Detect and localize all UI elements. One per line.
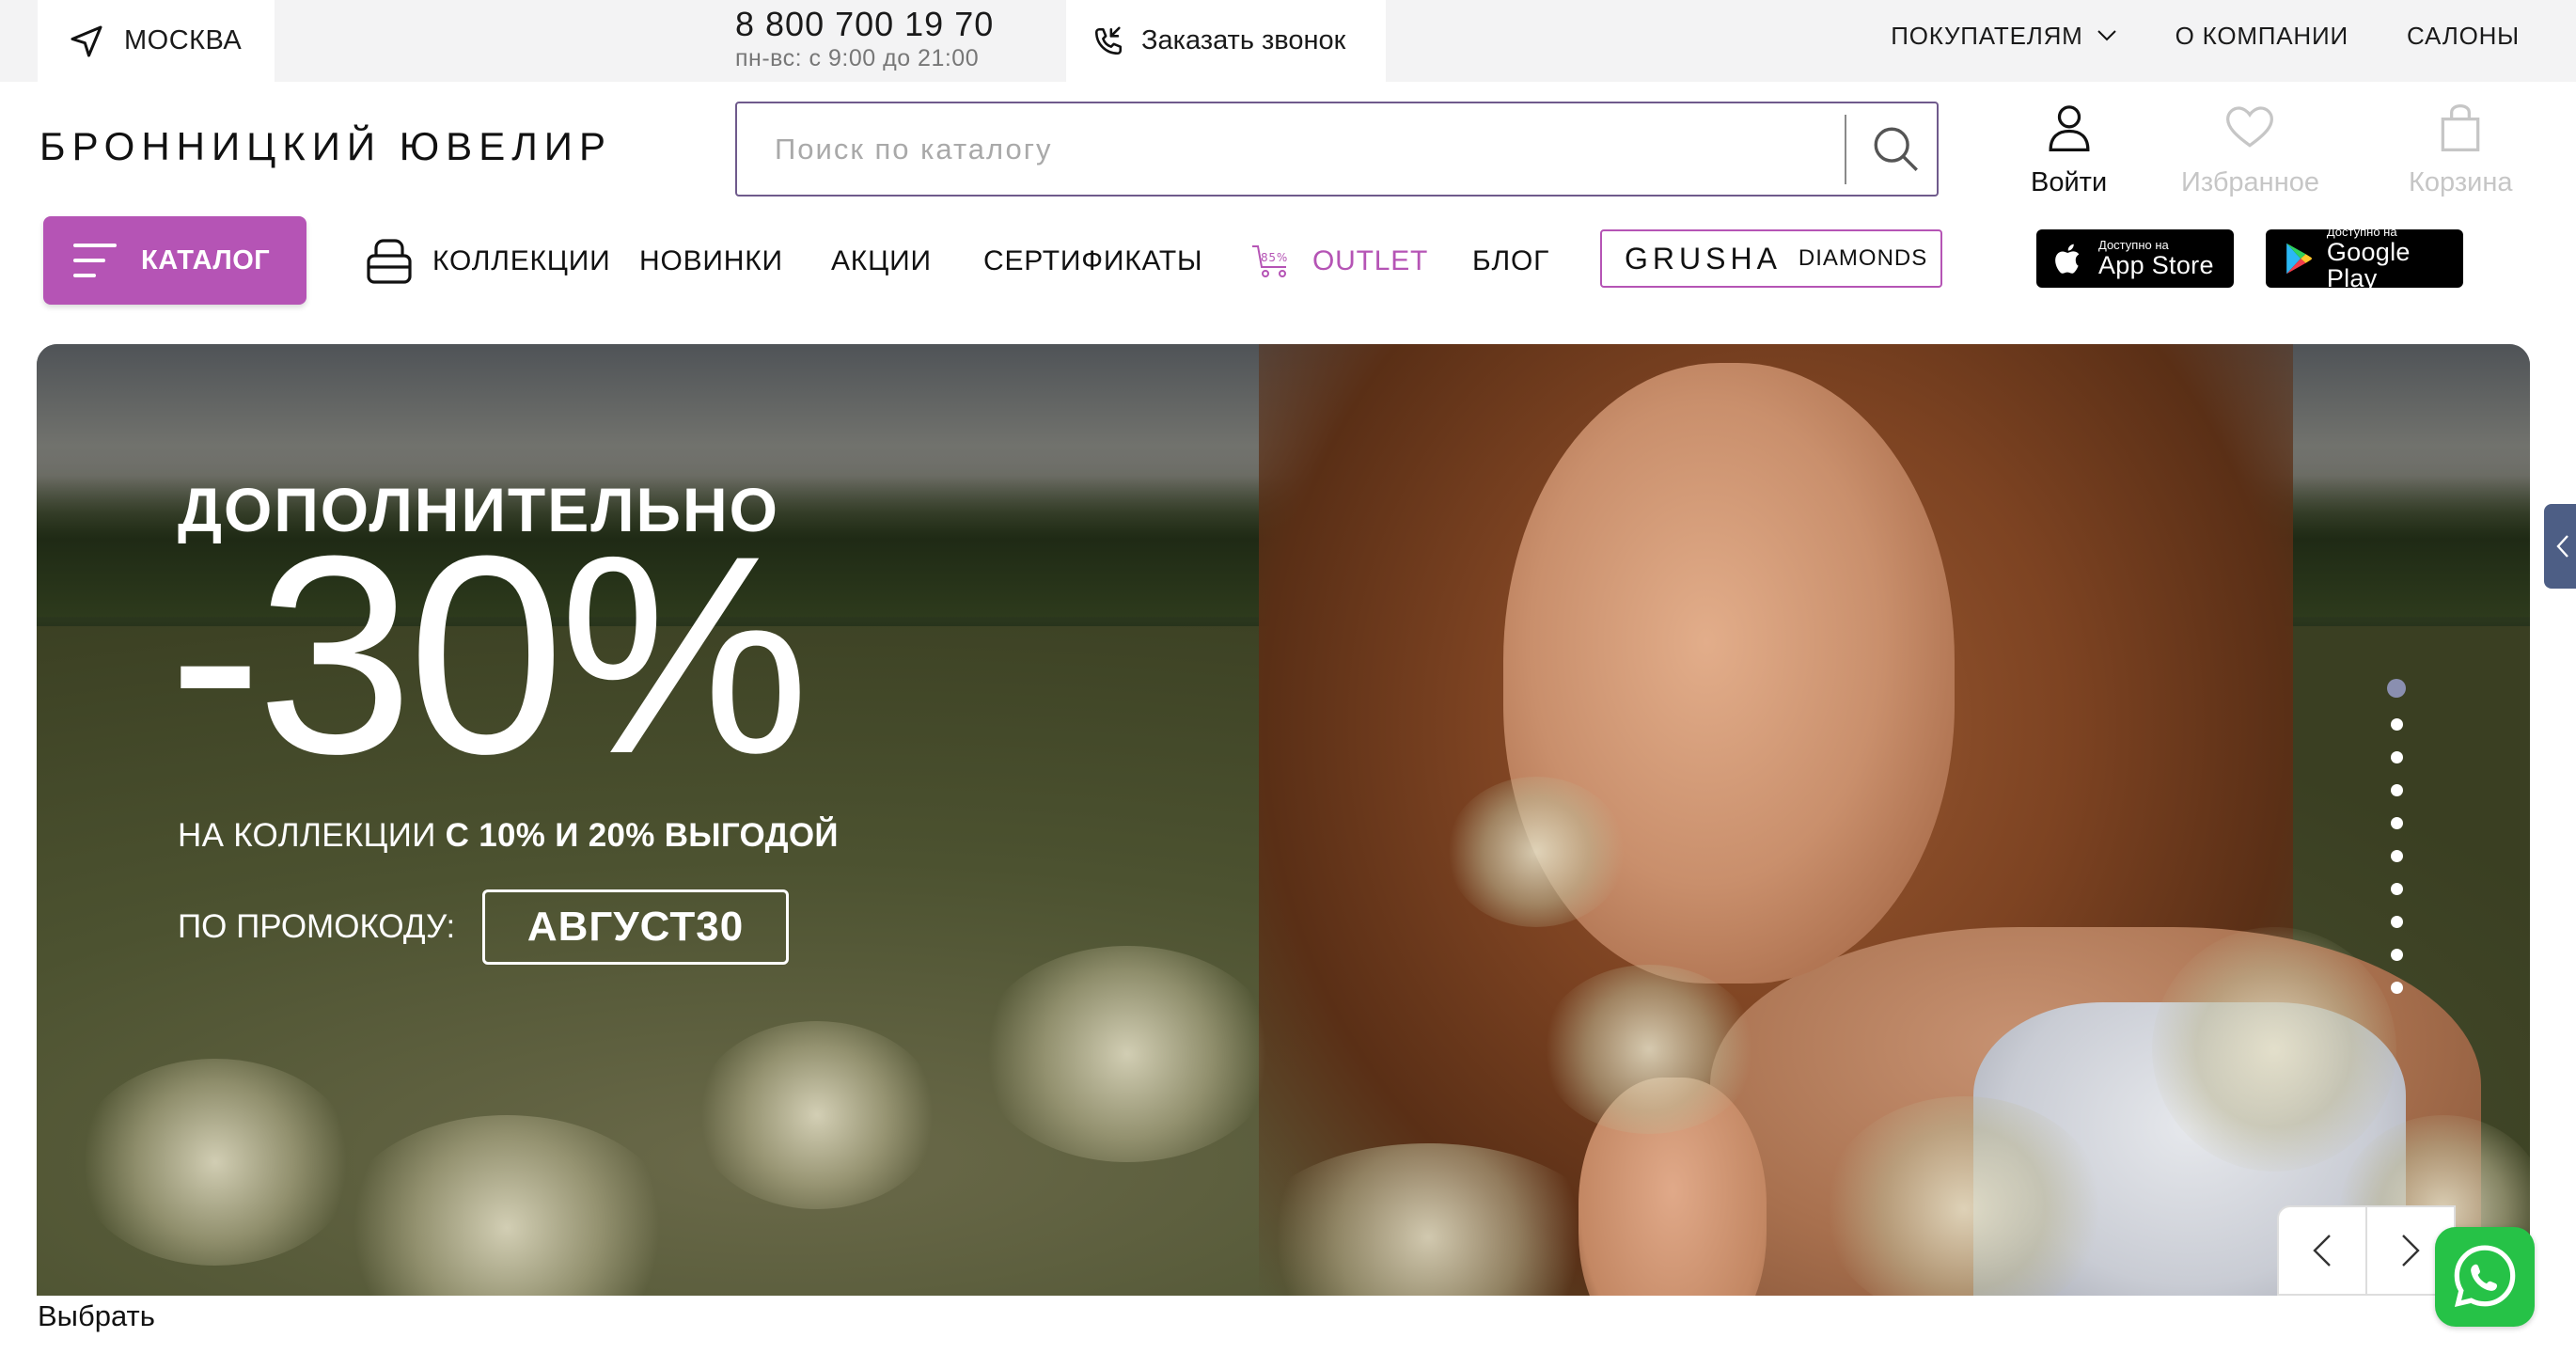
slider-dots	[2385, 679, 2408, 994]
flower-cluster	[695, 1021, 939, 1209]
flower-cluster	[2152, 927, 2396, 1172]
slider-prev-button[interactable]	[2279, 1207, 2365, 1294]
city-label: МОСКВА	[124, 25, 243, 55]
google-play-icon	[2286, 243, 2313, 275]
slider-dot[interactable]	[2390, 883, 2403, 895]
slider-dot[interactable]	[2390, 916, 2403, 928]
app-store-button[interactable]: Доступно на App Store	[2036, 229, 2234, 288]
working-hours: пн-вс: с 9:00 до 21:00	[735, 45, 980, 71]
outlet-badge: 85%	[1261, 251, 1288, 264]
callback-button[interactable]: Заказать звонок	[1066, 0, 1386, 82]
search-bar	[735, 102, 1939, 197]
nav-collections-label: КОЛЛЕКЦИИ	[432, 245, 611, 276]
favorites-label: Избранное	[2181, 167, 2319, 197]
hero-banner[interactable]: ДОПОЛНИТЕЛЬНО -30% НА КОЛЛЕКЦИИ С 10% И …	[37, 344, 2530, 1296]
search-divider	[1845, 115, 1846, 184]
slider-dot[interactable]	[2390, 982, 2403, 994]
nav-blog[interactable]: БЛОГ	[1472, 245, 1549, 277]
grusha-logo-subtext: DIAMONDS	[1798, 245, 1928, 271]
nav-sales-label: АКЦИИ	[831, 245, 932, 276]
chevron-right-icon	[2402, 1235, 2420, 1267]
nav-sales[interactable]: АКЦИИ	[831, 245, 932, 277]
promo-code: АВГУСТ30	[482, 889, 789, 965]
app-store-text: Доступно на App Store	[2098, 238, 2214, 279]
apple-icon	[2055, 244, 2080, 274]
heart-icon	[2226, 106, 2274, 148]
location-arrow-icon	[71, 25, 102, 56]
top-bar: МОСКВА 8 800 700 19 70 пн-вс: с 9:00 до …	[0, 0, 2576, 82]
catalog-button[interactable]: КАТАЛОГ	[43, 216, 306, 305]
chevron-left-icon	[2556, 535, 2568, 558]
cart-button[interactable]: Корзина	[2409, 102, 2512, 198]
user-icon	[2049, 105, 2090, 151]
nav-new[interactable]: НОВИНКИ	[639, 245, 783, 277]
slider-dot[interactable]	[2390, 751, 2403, 763]
slider-dot[interactable]	[2390, 850, 2403, 862]
nav-new-label: НОВИНКИ	[639, 245, 783, 276]
choose-label[interactable]: Выбрать	[38, 1299, 155, 1333]
promo-discount: -30%	[168, 496, 809, 812]
menu-icon	[73, 244, 117, 277]
search-button[interactable]	[1856, 103, 1937, 195]
app-store-small: Доступно на	[2098, 238, 2169, 252]
google-play-button[interactable]: Доступно на Google Play	[2266, 225, 2463, 292]
slider-dot[interactable]	[2390, 949, 2403, 961]
top-nav-buyers[interactable]: ПОКУПАТЕЛЯМ	[1891, 22, 2116, 51]
slider-dot[interactable]	[2387, 679, 2406, 698]
outlet-cart-icon: 85%	[1252, 245, 1288, 277]
login-button[interactable]: Войти	[2031, 102, 2107, 198]
flower-cluster	[1447, 777, 1626, 927]
flower-cluster	[74, 1059, 356, 1266]
flower-cluster	[1541, 965, 1757, 1134]
google-play-big: Google Play	[2326, 238, 2411, 292]
slider-dot[interactable]	[2390, 817, 2403, 829]
top-nav: ПОКУПАТЕЛЯМ О КОМПАНИИ САЛОНЫ	[1891, 0, 2520, 71]
handbag-icon	[367, 239, 412, 284]
google-play-text: Доступно на Google Play	[2326, 225, 2463, 292]
nav-collections[interactable]: КОЛЛЕКЦИИ	[365, 236, 611, 287]
side-panel-toggle[interactable]	[2544, 504, 2576, 589]
slider-dot[interactable]	[2390, 784, 2403, 796]
top-nav-about[interactable]: О КОМПАНИИ	[2175, 22, 2348, 51]
search-input[interactable]	[775, 103, 1809, 195]
promo-subtitle-part2: С 10% И 20% ВЫГОДОЙ	[445, 817, 839, 854]
nav-outlet[interactable]: 85% OUTLET	[1250, 243, 1428, 280]
catalog-label: КАТАЛОГ	[141, 244, 271, 275]
grusha-logo-text: GRUSHA	[1625, 241, 1782, 275]
login-label: Войти	[2031, 167, 2108, 197]
city-selector[interactable]: МОСКВА	[38, 0, 275, 82]
phone-block: 8 800 700 19 70 пн-вс: с 9:00 до 21:00	[735, 6, 994, 72]
grusha-diamonds-link[interactable]: GRUSHA DIAMONDS	[1600, 229, 1942, 288]
chevron-left-icon	[2313, 1235, 2331, 1267]
flower-cluster	[977, 946, 1278, 1162]
search-icon	[1874, 127, 1918, 171]
nav-blog-label: БЛОГ	[1472, 245, 1550, 276]
nav-outlet-label: OUTLET	[1312, 245, 1429, 276]
shopping-bag-icon	[2441, 104, 2480, 151]
google-play-small: Доступно на	[2326, 225, 2397, 239]
promo-subtitle-part1: НА КОЛЛЕКЦИИ	[178, 817, 446, 854]
whatsapp-icon	[2454, 1245, 2516, 1308]
slider-dot[interactable]	[2390, 718, 2403, 731]
phone-call-icon	[1094, 26, 1123, 55]
site-logo[interactable]: БРОННИЦКИЙ ЮВЕЛИР	[39, 124, 612, 169]
favorites-button[interactable]: Избранное	[2181, 102, 2319, 198]
nav-certificates-label: СЕРТИФИКАТЫ	[983, 245, 1203, 276]
top-nav-buyers-label: ПОКУПАТЕЛЯМ	[1891, 21, 2083, 50]
top-nav-salons[interactable]: САЛОНЫ	[2407, 22, 2520, 51]
slider-nav	[2277, 1205, 2456, 1296]
app-store-big: App Store	[2098, 251, 2214, 279]
phone-number[interactable]: 8 800 700 19 70	[735, 6, 994, 43]
chevron-down-icon	[2097, 30, 2116, 41]
promo-code-label: ПО ПРОМОКОДУ:	[178, 908, 456, 945]
promo-subtitle: НА КОЛЛЕКЦИИ С 10% И 20% ВЫГОДОЙ	[178, 817, 839, 855]
cart-label: Корзина	[2409, 167, 2513, 197]
callback-label: Заказать звонок	[1141, 25, 1346, 55]
whatsapp-button[interactable]	[2435, 1227, 2535, 1327]
nav-certificates[interactable]: СЕРТИФИКАТЫ	[983, 245, 1202, 277]
